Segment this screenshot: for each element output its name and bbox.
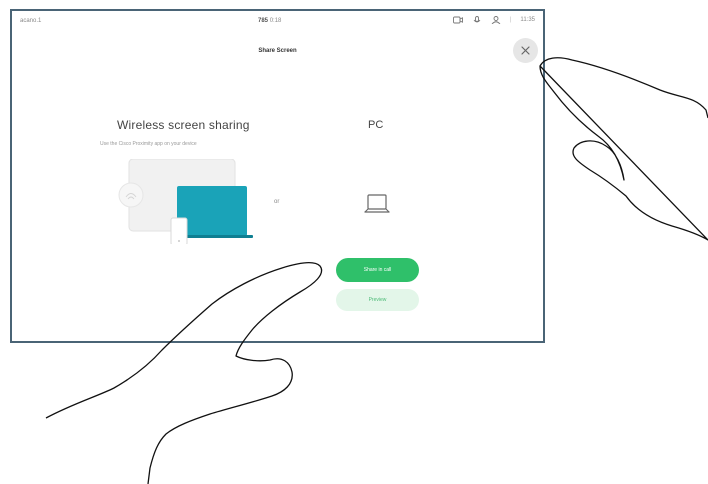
wireless-subtitle: Use the Cisco Proximity app on your devi… bbox=[100, 141, 197, 147]
microphone-icon[interactable] bbox=[472, 16, 482, 24]
person-icon[interactable] bbox=[491, 16, 501, 24]
share-in-call-button[interactable]: Share in call bbox=[336, 258, 419, 282]
stage: acano.1 785 0:18 | 11:35 Share Screen Wi… bbox=[0, 0, 708, 484]
or-separator: or bbox=[274, 199, 280, 205]
preview-button[interactable]: Preview bbox=[336, 289, 419, 311]
pc-heading: PC bbox=[368, 119, 384, 131]
close-button[interactable] bbox=[513, 38, 538, 63]
divider: | bbox=[509, 17, 512, 23]
laptop-icon bbox=[364, 194, 390, 213]
status-bar: acano.1 785 0:18 | 11:35 bbox=[12, 11, 543, 31]
touch-screen: acano.1 785 0:18 | 11:35 Share Screen Wi… bbox=[10, 9, 545, 343]
camera-icon[interactable] bbox=[452, 16, 463, 24]
call-info: 785 0:18 bbox=[258, 18, 281, 24]
close-icon bbox=[521, 46, 530, 55]
call-number: 785 bbox=[258, 18, 269, 24]
page-title: Share Screen bbox=[258, 48, 297, 54]
status-right-icons: | 11:35 bbox=[452, 16, 535, 24]
call-duration: 0:18 bbox=[269, 18, 282, 24]
clock: 11:35 bbox=[520, 17, 535, 23]
right-hand-outline bbox=[539, 57, 708, 241]
status-left-label: acano.1 bbox=[20, 18, 42, 24]
wireless-heading: Wireless screen sharing bbox=[117, 118, 250, 132]
proximity-illustration bbox=[118, 159, 253, 244]
